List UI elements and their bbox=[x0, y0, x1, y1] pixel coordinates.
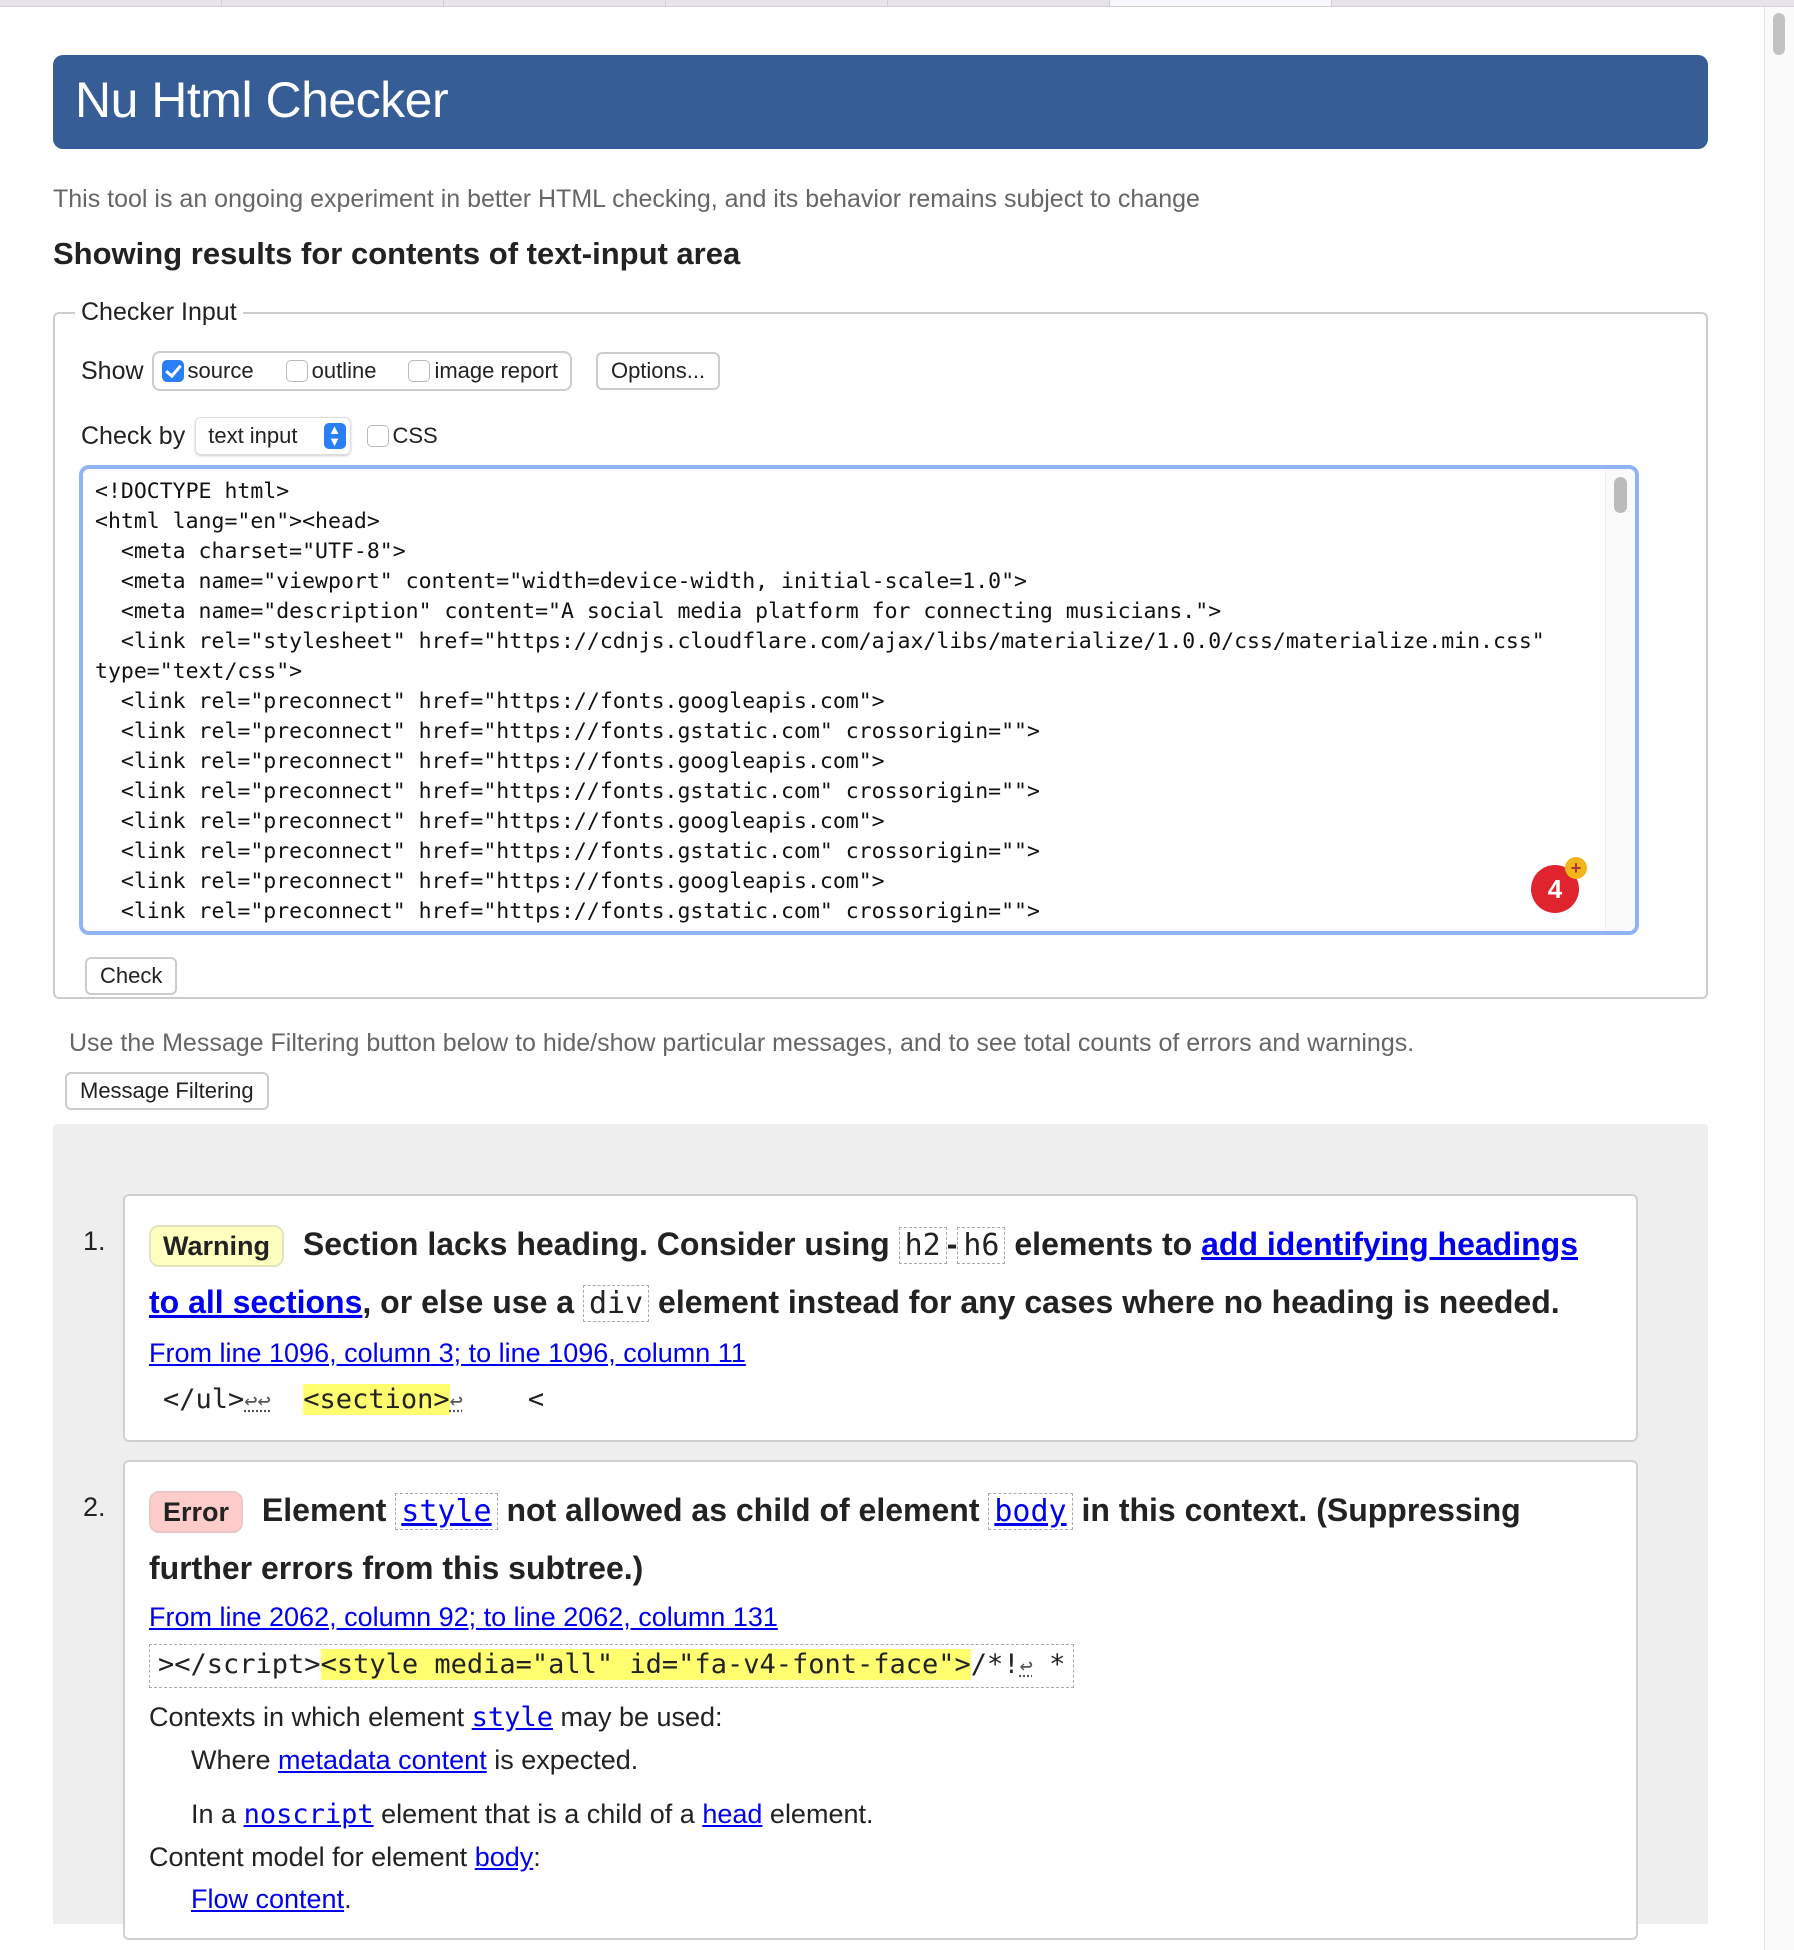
text: is expected. bbox=[494, 1745, 639, 1775]
css-label: CSS bbox=[392, 423, 438, 448]
source-label: source bbox=[187, 358, 254, 383]
check-by-select[interactable]: text input ▲ ▼ bbox=[195, 417, 351, 455]
extract-text: < bbox=[527, 1384, 545, 1415]
browser-tab-strip bbox=[0, 0, 1794, 7]
filtering-hint: Use the Message Filtering button below t… bbox=[69, 1029, 1415, 1057]
text: - bbox=[946, 1226, 958, 1262]
contexts-line: Contexts in which element style may be u… bbox=[149, 1696, 1612, 1739]
image-report-label: image report bbox=[434, 358, 558, 383]
warning-badge: Warning bbox=[149, 1225, 284, 1267]
extension-badge[interactable]: 4 + bbox=[1531, 857, 1587, 913]
badge-count: 4 bbox=[1547, 874, 1563, 904]
message-item: 1. Warning Section lacks heading. Consid… bbox=[83, 1194, 1638, 1442]
flow-content-link[interactable]: Flow content bbox=[191, 1884, 344, 1914]
text: Contexts in which element bbox=[149, 1702, 465, 1732]
intro-text: This tool is an ongoing experiment in be… bbox=[53, 185, 1200, 213]
return-icon: ↩ bbox=[449, 1389, 463, 1414]
extract-text: ></script> bbox=[158, 1649, 321, 1680]
extract-text: </ul> bbox=[163, 1384, 245, 1415]
location-link[interactable]: From line 2062, column 92; to line 2062,… bbox=[149, 1598, 1612, 1636]
code-style: style bbox=[395, 1493, 498, 1530]
code-body: body bbox=[988, 1493, 1073, 1530]
where-line: Where metadata content is expected. bbox=[149, 1739, 1612, 1781]
text: : bbox=[533, 1842, 541, 1872]
extract-text: /*! bbox=[970, 1649, 1020, 1680]
return-icon: ↩ bbox=[1019, 1654, 1033, 1679]
in-line: In a noscript element that is a child of… bbox=[149, 1793, 1612, 1836]
show-outline-option[interactable]: outline bbox=[285, 358, 377, 384]
source-textarea[interactable]: <!DOCTYPE html> <html lang="en"><head> <… bbox=[79, 465, 1639, 935]
message-text: Warning Section lacks heading. Consider … bbox=[149, 1216, 1612, 1332]
checker-input-legend: Checker Input bbox=[81, 298, 237, 326]
message-filtering-button[interactable]: Message Filtering bbox=[65, 1072, 269, 1110]
message-item: 2. Error Element style not allowed as ch… bbox=[83, 1460, 1638, 1940]
select-chevron-icon: ▲ ▼ bbox=[323, 423, 346, 449]
textarea-scrollbar[interactable] bbox=[1605, 469, 1635, 931]
extract-highlight: <section> bbox=[303, 1384, 450, 1415]
show-image-report-option[interactable]: image report bbox=[408, 358, 558, 384]
text: Where bbox=[191, 1745, 271, 1775]
source-checkbox[interactable] bbox=[161, 360, 184, 382]
location-link[interactable]: From line 1096, column 3; to line 1096, … bbox=[149, 1334, 1612, 1372]
text: , or else use a bbox=[362, 1284, 575, 1320]
page-scrollbar[interactable] bbox=[1764, 7, 1794, 1950]
message-number: 2. bbox=[83, 1492, 106, 1522]
error-badge: Error bbox=[149, 1491, 244, 1533]
code-h2: h2 bbox=[898, 1227, 947, 1264]
check-button[interactable]: Check bbox=[85, 957, 178, 995]
message-number: 1. bbox=[83, 1226, 106, 1256]
checker-input-fieldset: Checker Input Show source outline image … bbox=[53, 298, 1708, 999]
page: Nu Html Checker This tool is an ongoing … bbox=[53, 55, 1708, 1940]
plus-icon: + bbox=[1565, 857, 1587, 879]
text: In a bbox=[191, 1799, 237, 1829]
options-button[interactable]: Options... bbox=[595, 352, 721, 390]
text: element. bbox=[769, 1799, 874, 1829]
metadata-content-link[interactable]: metadata content bbox=[278, 1745, 487, 1775]
code-div: div bbox=[582, 1285, 650, 1322]
image-report-checkbox[interactable] bbox=[408, 360, 431, 382]
text: element instead for any cases where no h… bbox=[658, 1284, 1560, 1320]
text: Element bbox=[261, 1492, 387, 1528]
source-text[interactable]: <!DOCTYPE html> <html lang="en"><head> <… bbox=[83, 469, 1603, 931]
extract: </ul>↩↩ <section>↩ < bbox=[149, 1380, 1612, 1422]
extract-highlight: <style media="all" id="fa-v4-font-face"> bbox=[320, 1649, 971, 1680]
style-element-link[interactable]: style bbox=[401, 1494, 491, 1529]
page-title: Nu Html Checker bbox=[75, 72, 449, 128]
text: elements to bbox=[1014, 1226, 1193, 1262]
css-checkbox[interactable] bbox=[366, 425, 389, 447]
scrollbar-thumb[interactable] bbox=[1773, 13, 1785, 55]
outline-checkbox[interactable] bbox=[285, 360, 308, 382]
content-model-line: Content model for element body: bbox=[149, 1836, 1612, 1878]
check-by-value: text input bbox=[208, 423, 298, 448]
results-heading: Showing results for contents of text-inp… bbox=[53, 236, 741, 271]
results-list: 1. Warning Section lacks heading. Consid… bbox=[53, 1124, 1708, 1940]
check-by-row: Check by text input ▲ ▼ CSS bbox=[81, 417, 1678, 455]
extract: ></script><style media="all" id="fa-v4-f… bbox=[149, 1644, 1075, 1688]
check-by-label: Check by bbox=[81, 421, 186, 450]
text: Section lacks heading. Consider using bbox=[302, 1226, 890, 1262]
text: not allowed as child of element bbox=[506, 1492, 980, 1528]
header-banner: Nu Html Checker bbox=[53, 55, 1708, 149]
flow-line: Flow content. bbox=[149, 1878, 1612, 1920]
body-link[interactable]: body bbox=[475, 1842, 534, 1872]
code-h6: h6 bbox=[957, 1227, 1006, 1264]
text: may be used: bbox=[560, 1702, 723, 1732]
body-element-link[interactable]: body bbox=[994, 1494, 1066, 1529]
return-icon: ↩↩ bbox=[244, 1389, 271, 1414]
show-label: Show bbox=[81, 356, 144, 385]
style-link[interactable]: style bbox=[472, 1702, 553, 1733]
head-link[interactable]: head bbox=[702, 1799, 762, 1829]
show-row: Show source outline image report Options… bbox=[81, 351, 1678, 391]
noscript-link[interactable]: noscript bbox=[244, 1799, 374, 1830]
show-options-group: source outline image report bbox=[151, 351, 572, 391]
text: element that is a child of a bbox=[381, 1799, 695, 1829]
text: Content model for element bbox=[149, 1842, 468, 1872]
outline-label: outline bbox=[311, 358, 377, 383]
show-source-option[interactable]: source bbox=[161, 358, 254, 384]
message-text: Error Element style not allowed as child… bbox=[149, 1482, 1612, 1596]
text: . bbox=[344, 1884, 352, 1914]
extract-text: * bbox=[1032, 1649, 1066, 1680]
